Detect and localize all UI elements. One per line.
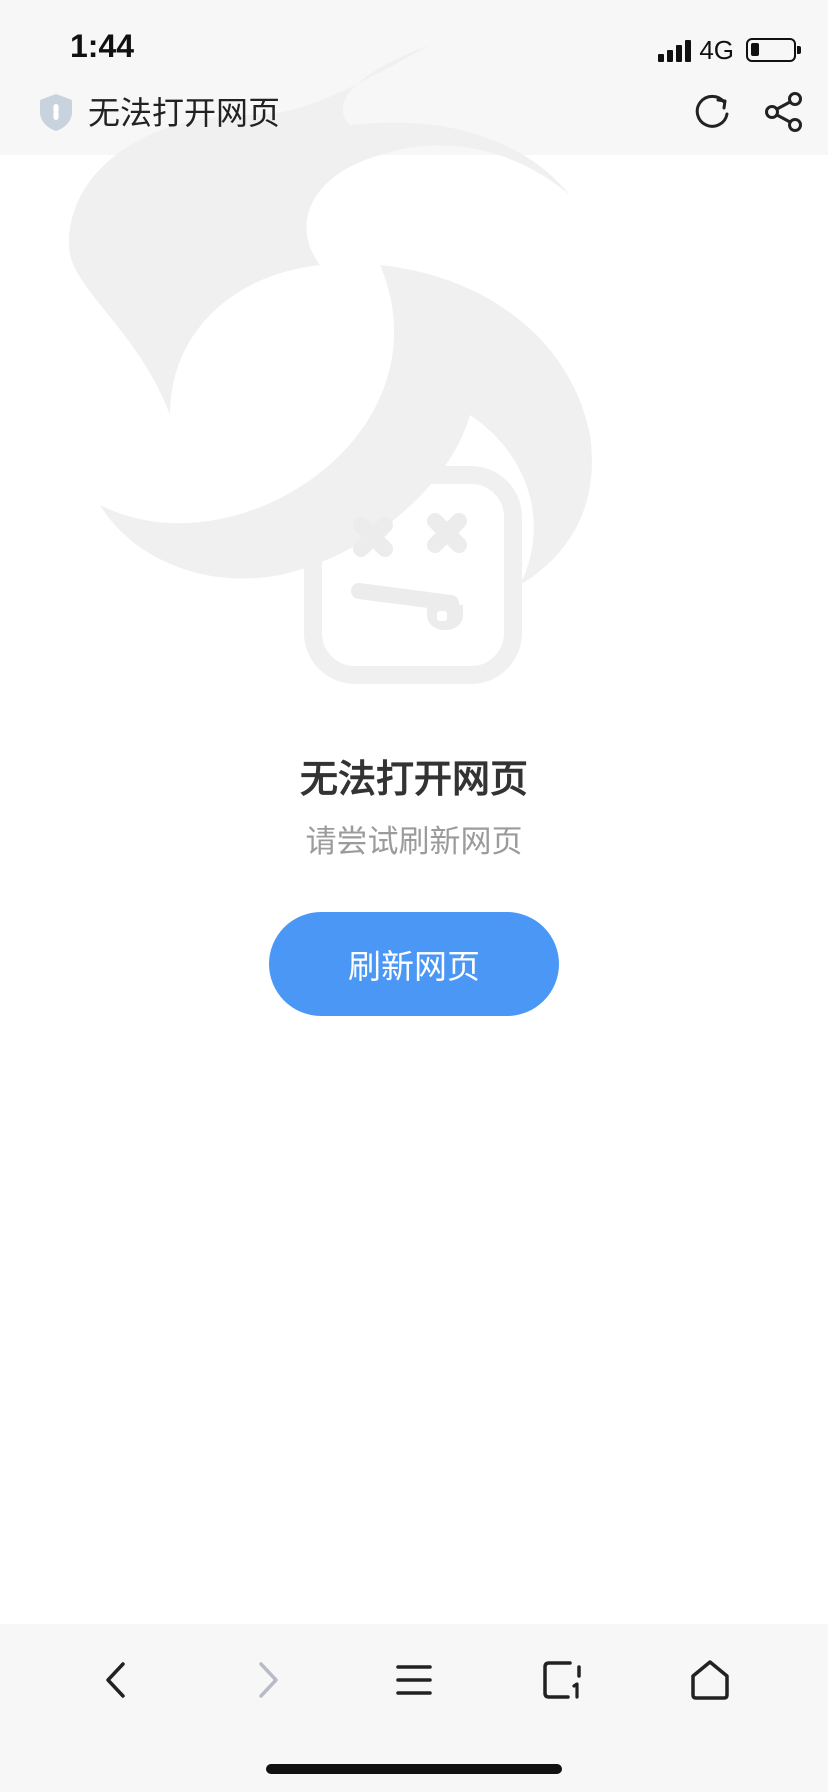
status-indicators: 4G [658, 34, 801, 66]
share-icon[interactable] [762, 90, 806, 134]
error-subtitle: 请尝试刷新网页 [305, 824, 523, 860]
back-icon [106, 1662, 125, 1698]
home-indicator [266, 1764, 562, 1774]
refresh-icon[interactable] [690, 90, 734, 134]
menu-button[interactable] [384, 1650, 444, 1710]
tabs-icon [543, 1661, 581, 1699]
menu-icon [396, 1665, 432, 1695]
status-time: 1:44 [70, 28, 135, 64]
dead-face-icon [304, 466, 522, 684]
battery-level [751, 43, 759, 56]
home-button[interactable] [680, 1650, 740, 1710]
tabs-button[interactable] [532, 1650, 592, 1710]
battery-icon [746, 38, 801, 62]
shield-icon [40, 94, 72, 131]
home-icon [691, 1660, 729, 1700]
signal-icon [658, 38, 692, 62]
forward-icon [259, 1662, 278, 1698]
refresh-page-button[interactable]: 刷新网页 [269, 912, 559, 1016]
error-title: 无法打开网页 [299, 757, 528, 801]
network-type: 4G [699, 34, 734, 65]
back-button[interactable] [88, 1650, 148, 1710]
forward-button[interactable] [236, 1650, 296, 1710]
page-title: 无法打开网页 [88, 94, 281, 132]
